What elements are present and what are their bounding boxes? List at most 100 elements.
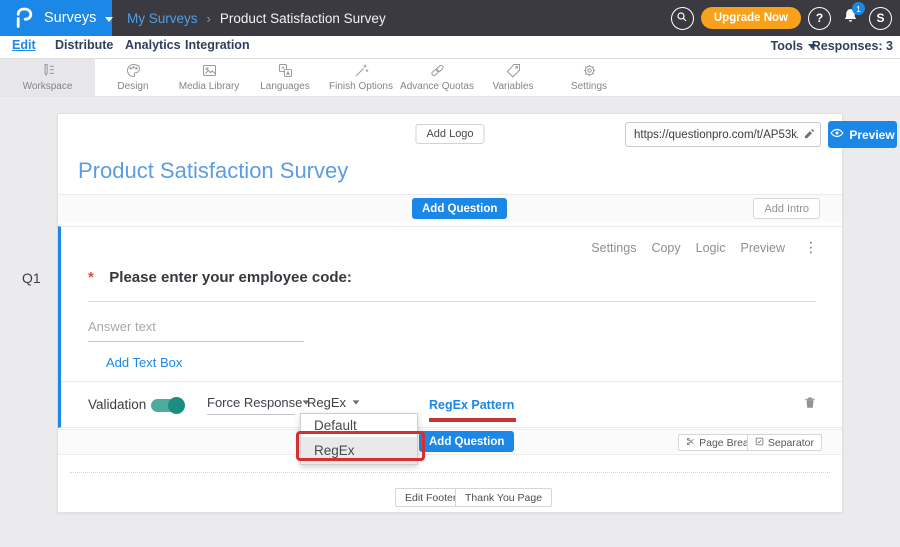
page-break-label: Page Break [699, 437, 754, 449]
editor-toolbar: Workspace Design Media L [0, 58, 900, 97]
add-text-box-link[interactable]: Add Text Box [106, 355, 182, 370]
tab-edit[interactable]: Edit [12, 38, 36, 52]
notification-count-badge: 1 [852, 2, 865, 15]
preview-label: Preview [849, 128, 894, 142]
question-text[interactable]: Please enter your employee code: [109, 269, 352, 286]
delete-question-button[interactable] [803, 395, 817, 410]
dotted-divider [70, 472, 830, 473]
header-actions: Upgrade Now ? 1 S [671, 0, 892, 36]
tools-label: Tools [771, 39, 803, 53]
tab-analytics[interactable]: Analytics [125, 38, 181, 52]
edit-url-pencil-icon[interactable] [798, 129, 820, 141]
question-block: Settings Copy Logic Preview ⋮ * Please e… [58, 226, 842, 428]
toolbar-design[interactable]: Design [95, 58, 171, 96]
toolbar-label: Design [117, 81, 148, 92]
answer-text-input[interactable]: Answer text [88, 319, 304, 342]
force-response-value: Force Response [207, 395, 302, 410]
question-number: Q1 [22, 270, 41, 286]
tab-distribute[interactable]: Distribute [55, 38, 113, 52]
question-actions: Settings Copy Logic Preview ⋮ [591, 239, 818, 256]
product-menu[interactable]: Surveys [0, 0, 112, 36]
toolbar-label: Settings [571, 81, 607, 92]
validation-label: Validation [88, 397, 146, 412]
questionpro-survey-editor: Surveys My Surveys › Product Satisfactio… [0, 0, 900, 547]
toolbar-label: Languages [260, 81, 310, 92]
question-mark-icon: ? [816, 11, 823, 25]
finish-options-wand-icon [353, 62, 370, 79]
regex-pattern-link[interactable]: RegEx Pattern [429, 398, 514, 412]
tab-integration[interactable]: Integration [185, 38, 250, 52]
add-question-button[interactable]: Add Question [412, 198, 507, 219]
checkbox-check-icon [755, 437, 764, 449]
workspace-icon [39, 62, 56, 79]
avatar-initial: S [876, 11, 884, 25]
toolbar-variables[interactable]: Variables [475, 58, 551, 96]
validation-type-dropdown: Default RegEx [300, 413, 418, 465]
question-logic-link[interactable]: Logic [696, 241, 726, 255]
post-question-row: Add Question Page Break Separator [58, 429, 842, 455]
survey-url-input[interactable] [626, 129, 798, 141]
toolbar-languages[interactable]: Languages [247, 58, 323, 96]
question-copy-link[interactable]: Copy [651, 241, 680, 255]
variables-tag-icon [505, 62, 522, 79]
toolbar-label: Media Library [179, 81, 240, 92]
product-menu-label: Surveys [44, 10, 96, 26]
toolbar-label: Advance Quotas [400, 81, 474, 92]
toolbar-media-library[interactable]: Media Library [171, 58, 247, 96]
breadcrumb-my-surveys[interactable]: My Surveys [127, 11, 198, 26]
media-library-icon [201, 62, 218, 79]
search-button[interactable] [671, 7, 694, 30]
toolbar-settings[interactable]: Settings [551, 58, 627, 96]
breadcrumb-separator-icon: › [207, 11, 211, 26]
more-options-icon[interactable]: ⋮ [804, 239, 818, 256]
design-palette-icon [125, 62, 142, 79]
dropdown-option-default[interactable]: Default [301, 414, 417, 437]
toolbar-label: Workspace [23, 81, 73, 92]
toolbar-finish-options[interactable]: Finish Options [323, 58, 399, 96]
question-preview-link[interactable]: Preview [741, 241, 785, 255]
languages-icon [277, 62, 294, 79]
scissors-icon [686, 437, 695, 449]
survey-card: Add Logo Product Satisfaction Survey Add… [57, 113, 843, 513]
survey-nav: Edit Distribute Analytics Integration To… [0, 36, 900, 59]
settings-gear-icon [581, 62, 598, 79]
user-avatar[interactable]: S [869, 7, 892, 30]
dropdown-option-regex[interactable]: RegEx [301, 437, 417, 464]
search-icon [676, 11, 688, 26]
separator-label: Separator [768, 437, 814, 449]
toolbar-items: Workspace Design Media L [0, 58, 627, 96]
help-button[interactable]: ? [808, 7, 831, 30]
notifications-button[interactable]: 1 [838, 6, 862, 30]
add-question-row: Add Question Add Intro [58, 194, 842, 222]
validation-row: Validation Force Response RegEx RegEx Pa… [61, 381, 842, 427]
advance-quotas-chain-icon [429, 62, 446, 79]
toolbar-workspace[interactable]: Workspace [0, 58, 95, 96]
thank-you-page-button[interactable]: Thank You Page [455, 488, 552, 507]
preview-button[interactable]: Preview [828, 121, 897, 148]
force-response-select[interactable]: Force Response [207, 395, 295, 415]
regex-pattern-wrap: RegEx Pattern [429, 396, 514, 414]
toolbar-label: Variables [493, 81, 534, 92]
top-header: Surveys My Surveys › Product Satisfactio… [0, 0, 900, 36]
responses-count[interactable]: Responses: 3 [812, 39, 893, 53]
red-underline-annotation [429, 418, 516, 422]
add-question-button-bottom[interactable]: Add Question [419, 431, 514, 452]
chevron-down-icon [353, 400, 360, 404]
validation-type-value: RegEx [307, 395, 346, 410]
validation-type-select[interactable]: RegEx [307, 395, 360, 415]
breadcrumb-current-survey: Product Satisfaction Survey [220, 11, 386, 26]
trash-icon [803, 395, 817, 410]
eye-icon [830, 126, 844, 143]
validation-toggle[interactable] [151, 399, 184, 412]
add-intro-button[interactable]: Add Intro [753, 198, 820, 219]
add-logo-button[interactable]: Add Logo [415, 124, 484, 144]
toolbar-advance-quotas[interactable]: Advance Quotas [399, 58, 475, 96]
tools-menu[interactable]: Tools [771, 39, 816, 53]
required-asterisk-icon: * [88, 269, 94, 286]
question-text-row: * Please enter your employee code: [88, 269, 816, 302]
survey-title[interactable]: Product Satisfaction Survey [78, 158, 348, 184]
upgrade-now-button[interactable]: Upgrade Now [701, 7, 801, 29]
questionpro-logo-icon [15, 7, 34, 29]
question-settings-link[interactable]: Settings [591, 241, 636, 255]
separator-button[interactable]: Separator [747, 434, 822, 451]
